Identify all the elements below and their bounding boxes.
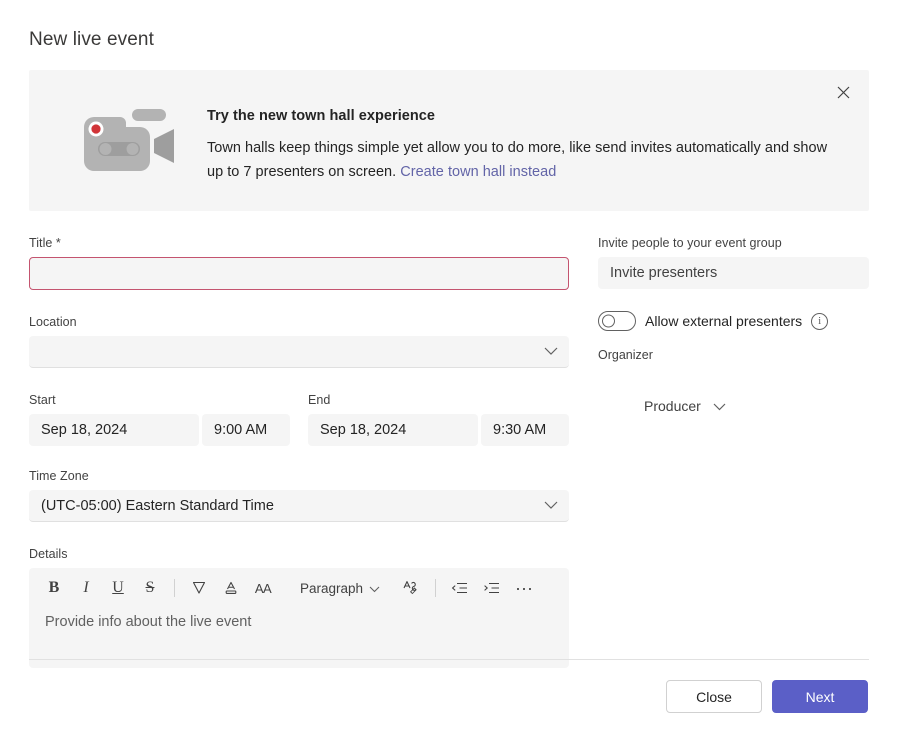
next-button[interactable]: Next (772, 680, 868, 713)
chevron-down-icon (369, 581, 380, 596)
start-group: Start Sep 18, 2024 9:00 AM (29, 393, 290, 446)
end-label: End (308, 393, 569, 407)
chevron-down-icon (544, 345, 558, 359)
datetime-row: Start Sep 18, 2024 9:00 AM End Sep 18, 2… (29, 393, 569, 446)
banner-heading: Try the new town hall experience (207, 108, 837, 124)
title-input[interactable] (29, 257, 569, 290)
toolbar-divider (174, 579, 175, 597)
page-title: New live event (29, 29, 154, 51)
start-label: Start (29, 393, 290, 407)
title-label: Title * (29, 236, 569, 250)
banner-text-block: Try the new town hall experience Town ha… (207, 108, 837, 184)
highlight-icon[interactable] (184, 573, 214, 603)
form-right-column: Invite people to your event group Invite… (598, 236, 869, 414)
chevron-down-icon (544, 499, 558, 513)
location-field-group: Location (29, 315, 569, 368)
strikethrough-button[interactable]: S (135, 573, 165, 603)
timezone-value: (UTC-05:00) Eastern Standard Time (41, 498, 274, 514)
decrease-indent-icon[interactable] (445, 573, 475, 603)
info-icon[interactable]: i (811, 313, 828, 330)
start-time-picker[interactable]: 9:00 AM (202, 414, 290, 446)
footer-divider (29, 659, 869, 660)
more-options-button[interactable]: ··· (509, 573, 539, 603)
create-town-hall-link[interactable]: Create town hall instead (400, 164, 556, 180)
allow-external-presenters-row: Allow external presenters i (598, 311, 869, 331)
location-label: Location (29, 315, 569, 329)
location-select[interactable] (29, 336, 569, 368)
footer-actions: Close Next (666, 680, 868, 713)
producer-role-label: Producer (644, 398, 701, 414)
details-field-group: Details B I U S (29, 547, 569, 668)
end-group: End Sep 18, 2024 9:30 AM (308, 393, 569, 446)
timezone-field-group: Time Zone (UTC-05:00) Eastern Standard T… (29, 469, 569, 522)
form-left-column: Title * Location Start Sep 18, 2024 (29, 236, 569, 668)
video-camera-icon (76, 105, 180, 175)
font-color-icon[interactable] (216, 573, 246, 603)
italic-button[interactable]: I (71, 573, 101, 603)
toggle-knob (602, 315, 615, 328)
banner-body: Town halls keep things simple yet allow … (207, 136, 837, 184)
invite-presenters-input[interactable]: Invite presenters (598, 257, 869, 289)
formatting-toolbar: B I U S (29, 568, 569, 608)
producer-role-dropdown[interactable]: Producer (644, 398, 726, 414)
font-size-button[interactable]: AA (248, 573, 278, 603)
paragraph-style-label: Paragraph (300, 581, 363, 596)
town-hall-promo-banner: Try the new town hall experience Town ha… (29, 70, 869, 211)
end-date-picker[interactable]: Sep 18, 2024 (308, 414, 478, 446)
details-label: Details (29, 547, 569, 561)
chevron-down-icon (713, 398, 726, 414)
title-field-group: Title * (29, 236, 569, 290)
clear-formatting-icon[interactable] (396, 573, 426, 603)
allow-external-presenters-label: Allow external presenters (645, 313, 802, 329)
underline-button[interactable]: U (103, 573, 133, 603)
timezone-label: Time Zone (29, 469, 569, 483)
toolbar-divider (435, 579, 436, 597)
close-icon (837, 86, 850, 102)
details-placeholder[interactable]: Provide info about the live event (29, 608, 569, 636)
paragraph-style-dropdown[interactable]: Paragraph (294, 574, 386, 602)
invite-label: Invite people to your event group (598, 236, 869, 250)
close-button[interactable]: Close (666, 680, 762, 713)
increase-indent-icon[interactable] (477, 573, 507, 603)
new-live-event-dialog: New live event (0, 0, 898, 741)
allow-external-presenters-toggle[interactable] (598, 311, 636, 331)
details-editor: B I U S (29, 568, 569, 668)
bold-button[interactable]: B (39, 573, 69, 603)
timezone-select[interactable]: (UTC-05:00) Eastern Standard Time (29, 490, 569, 522)
end-time-picker[interactable]: 9:30 AM (481, 414, 569, 446)
organizer-label: Organizer (598, 348, 869, 362)
start-date-picker[interactable]: Sep 18, 2024 (29, 414, 199, 446)
close-banner-button[interactable] (827, 78, 859, 110)
